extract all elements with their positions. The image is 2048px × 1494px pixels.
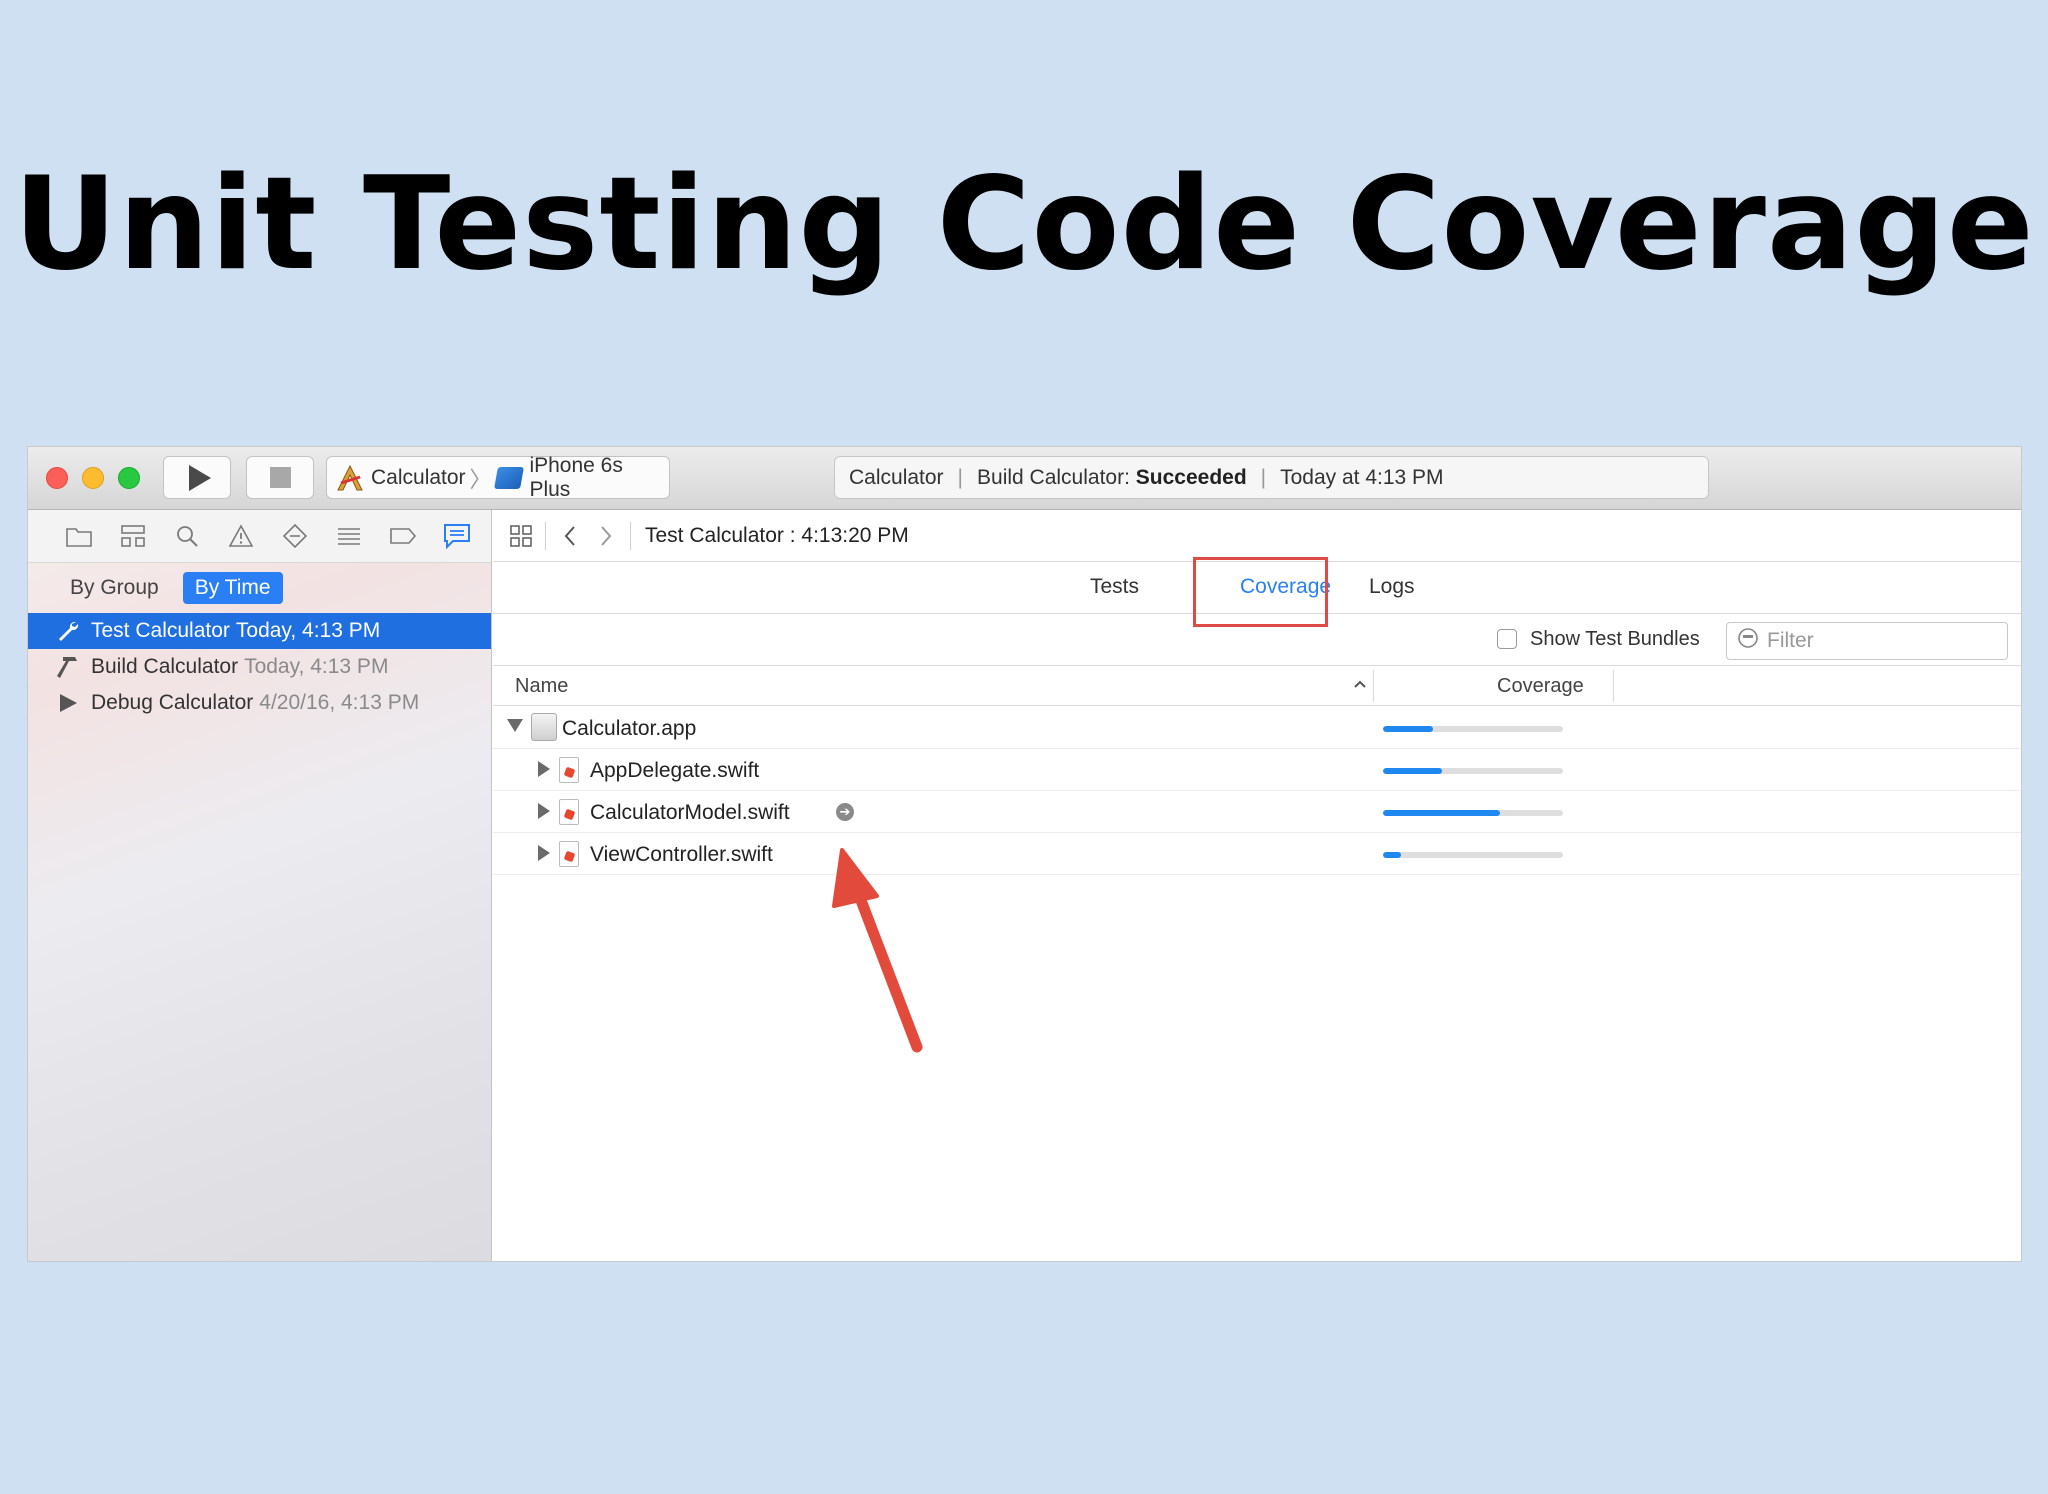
log-time: Today, 4:13 PM [244,655,389,678]
jump-bar-divider [545,521,546,550]
column-divider [1613,670,1614,702]
xcode-window: Calculator 〉 iPhone 6s Plus Calculator |… [28,447,2021,1261]
disclosure-closed-icon[interactable] [538,845,550,861]
filter-icon [1737,627,1759,655]
hammer-icon [53,652,83,682]
stop-button[interactable] [246,456,314,499]
close-window-button[interactable] [46,467,68,489]
folder-icon[interactable] [52,516,106,556]
log-title: Debug Calculator [91,691,254,714]
table-row[interactable]: Calculator.app [493,707,2021,749]
coverage-bar [1383,726,1563,732]
iphone-device-icon [493,466,524,489]
coverage-bar-fill [1383,768,1443,774]
table-row[interactable]: AppDelegate.swift [493,749,2021,791]
show-test-bundles-checkbox[interactable] [1497,629,1517,649]
activity-time: Today at 4:13 PM [1280,465,1444,489]
activity-project: Calculator [849,465,944,489]
activity-divider: | [1260,465,1267,489]
coverage-bar-fill [1383,810,1500,816]
app-bundle-icon [531,713,557,741]
activity-divider: | [957,465,964,489]
row-name: CalculatorModel.swift [590,801,790,824]
coverage-bar [1383,852,1563,858]
wrench-icon [53,616,83,646]
back-chevron-icon[interactable] [552,518,588,554]
show-test-bundles-label: Show Test Bundles [1530,628,1700,650]
navigator-sidebar: By Group By Time Test Calculator Today, … [28,510,492,1261]
test-diamond-icon[interactable] [268,516,322,556]
related-items-icon[interactable] [503,518,539,554]
debug-list-icon[interactable] [322,516,376,556]
log-title: Test Calculator [91,619,230,642]
report-editor: Test Calculator : 4:13:20 PM Tests Cover… [493,510,2021,1261]
chevron-right-icon: 〉 [469,466,492,492]
segment-by-time[interactable]: By Time [182,572,283,604]
headline: Unit Testing Code Coverage [13,150,2035,299]
filter-placeholder: Filter [1767,629,1814,652]
log-item-debug-calculator[interactable]: Debug Calculator 4/20/16, 4:13 PM [28,685,491,721]
stop-icon [269,467,291,488]
row-name: AppDelegate.swift [590,759,760,782]
jump-bar-divider [630,521,631,550]
report-title[interactable]: Test Calculator : 4:13:20 PM [645,524,909,548]
table-row[interactable]: ViewController.swift [493,833,2021,875]
table-header: Name Coverage [493,666,2021,706]
disclosure-closed-icon[interactable] [538,761,550,777]
tab-logs[interactable]: Logs [1369,575,1415,599]
forward-chevron-icon[interactable] [588,518,624,554]
swift-file-icon [559,799,579,825]
activity-prefix: Build Calculator: [977,465,1130,489]
warning-icon[interactable] [214,516,268,556]
scheme-selector[interactable]: Calculator 〉 iPhone 6s Plus [326,453,670,501]
xcode-app-icon [335,463,365,493]
filter-input[interactable]: Filter [1726,622,2008,660]
log-item-build-calculator[interactable]: Build Calculator Today, 4:13 PM [28,649,491,685]
filter-bar: Show Test Bundles Filter [493,614,2021,666]
swift-file-icon [559,757,579,783]
report-icon[interactable] [430,516,484,556]
zoom-window-button[interactable] [118,467,140,489]
log-title: Build Calculator [91,655,239,678]
title-bar: Calculator 〉 iPhone 6s Plus Calculator |… [28,447,2021,510]
sort-ascending-icon [1353,676,1367,694]
play-icon [189,464,211,491]
scheme-name: Calculator [371,465,466,489]
row-name: Calculator.app [562,717,697,740]
log-time: Today, 4:13 PM [235,619,381,642]
row-name: ViewController.swift [590,843,773,866]
search-icon[interactable] [160,516,214,556]
symbol-hierarchy-icon[interactable] [106,516,160,556]
swift-file-icon [559,841,579,867]
log-time: 4/20/16, 4:13 PM [259,691,420,714]
play-icon [53,688,83,718]
disclosure-open-icon[interactable] [507,719,523,732]
tab-tests[interactable]: Tests [1090,575,1139,599]
device-name: iPhone 6s Plus [529,453,623,501]
column-header-coverage[interactable]: Coverage [1497,675,1584,698]
segment-by-group[interactable]: By Group [58,572,171,604]
go-to-source-arrow-icon[interactable]: ➔ [836,803,854,821]
run-button[interactable] [163,456,231,499]
column-header-name[interactable]: Name [515,675,568,698]
report-tabs: Tests Coverage Logs [493,557,2021,627]
jump-bar: Test Calculator : 4:13:20 PM [493,510,2021,562]
activity-viewer: Calculator | Build Calculator: Succeeded… [834,456,1709,499]
minimize-window-button[interactable] [82,467,104,489]
disclosure-closed-icon[interactable] [538,803,550,819]
coverage-bar [1383,810,1563,816]
breakpoint-icon[interactable] [376,516,430,556]
coverage-bar [1383,768,1563,774]
log-grouping-control: By Group By Time [28,563,491,613]
log-item-test-calculator[interactable]: Test Calculator Today, 4:13 PM [28,613,491,649]
coverage-bar-fill [1383,726,1434,732]
coverage-bar-fill [1383,852,1401,858]
navigator-tabs [28,510,491,563]
table-row[interactable]: CalculatorModel.swift ➔ [493,791,2021,833]
activity-status: Succeeded [1135,465,1247,489]
column-divider [1373,670,1374,702]
